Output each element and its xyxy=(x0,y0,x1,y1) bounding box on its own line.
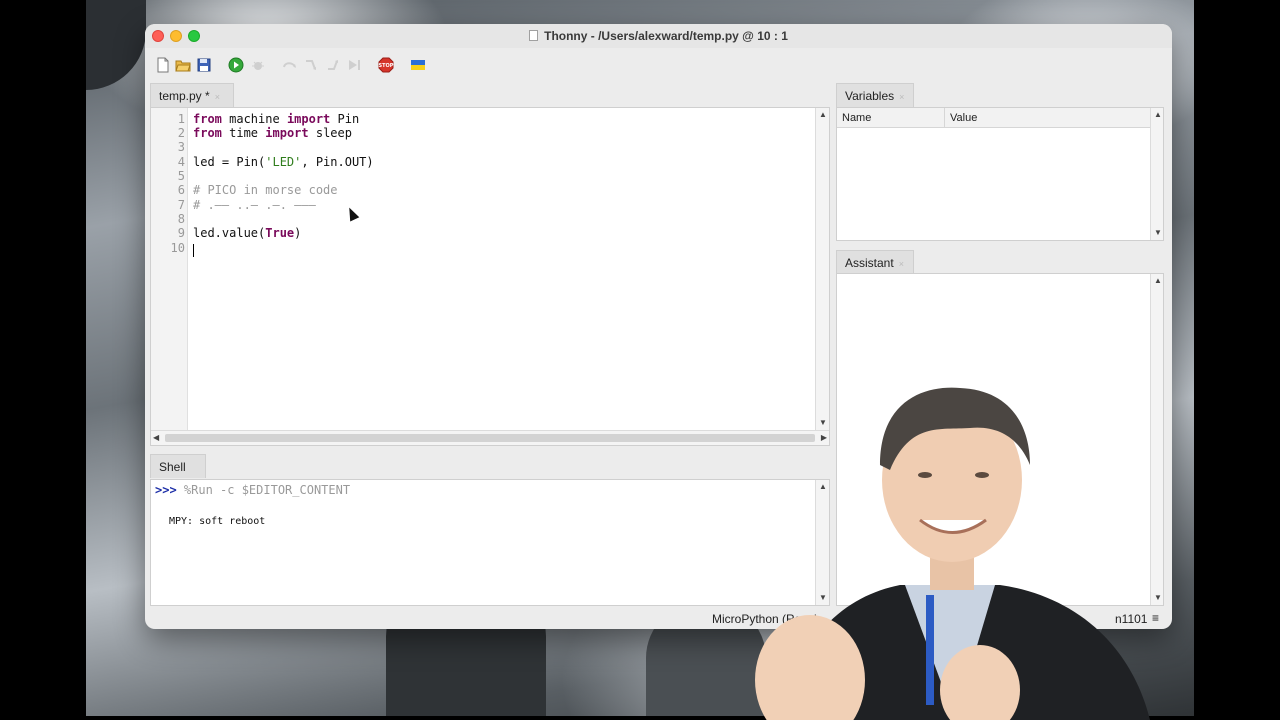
keyword: from xyxy=(193,126,222,140)
line-number: 6 xyxy=(177,183,185,197)
line-number: 10 xyxy=(170,241,185,255)
tab-close-icon[interactable]: × xyxy=(215,92,220,102)
run-icon[interactable] xyxy=(228,57,244,73)
step-over-icon[interactable] xyxy=(282,57,298,73)
code-text: led.value( xyxy=(193,226,266,240)
string-literal: 'LED' xyxy=(265,155,302,169)
presenter-webcam-overlay xyxy=(755,387,1150,720)
step-into-icon[interactable] xyxy=(303,57,319,73)
line-number: 4 xyxy=(177,155,185,169)
code-text: , Pin.OUT) xyxy=(301,155,374,169)
window-title-container: Thonny - /Users/alexward/temp.py @ 10 : … xyxy=(145,24,1172,48)
tab-close-icon[interactable]: × xyxy=(899,92,904,102)
window-title: Thonny - /Users/alexward/temp.py @ 10 : … xyxy=(544,29,788,43)
open-file-icon[interactable] xyxy=(175,57,191,73)
code-line-6: # PICO in morse code xyxy=(193,183,338,197)
line-number-gutter: 1 2 3 4 5 6 7 8 9 10 xyxy=(151,108,188,430)
step-out-icon[interactable] xyxy=(325,57,341,73)
shell-tab-label: Shell xyxy=(159,460,186,474)
keyword: import xyxy=(265,126,309,140)
line-number: 1 xyxy=(177,112,185,126)
assistant-tab-label: Assistant xyxy=(845,256,894,270)
code-text: sleep xyxy=(308,126,352,140)
stop-icon[interactable]: STOP xyxy=(378,57,394,73)
code-text: time xyxy=(221,126,266,140)
shell-command-line: >>> %Run -c $EDITOR_CONTENT xyxy=(155,483,350,497)
tab-variables[interactable]: Variables × xyxy=(836,83,914,107)
variables-vertical-scrollbar[interactable]: ▲ ▼ xyxy=(1150,108,1163,240)
editor-horizontal-scrollbar[interactable]: ◀ ▶ xyxy=(151,430,829,445)
column-header-value[interactable]: Value xyxy=(945,108,1150,128)
text-caret xyxy=(193,244,194,257)
tab-temp-py[interactable]: temp.py * × xyxy=(150,83,234,107)
ukraine-flag-icon[interactable] xyxy=(410,57,426,73)
code-text: Pin xyxy=(330,112,360,126)
keyword: import xyxy=(286,112,331,126)
line-number: 7 xyxy=(177,198,185,212)
code-editor[interactable]: 1 2 3 4 5 6 7 8 9 10 from machine import… xyxy=(150,107,830,446)
shell-prompt: >>> xyxy=(155,483,177,497)
stop-label: STOP xyxy=(379,63,394,69)
code-line-2: from time import sleep xyxy=(193,126,352,140)
variables-tab-label: Variables xyxy=(845,89,895,103)
column-header-name[interactable]: Name xyxy=(837,108,945,128)
code-text: ) xyxy=(294,226,302,240)
editor-tab-label: temp.py * xyxy=(159,89,210,103)
shell-command: %Run -c $EDITOR_CONTENT xyxy=(176,483,351,497)
variables-panel: Name Value ▲ ▼ xyxy=(836,107,1164,241)
save-icon[interactable] xyxy=(196,57,212,73)
title-bar: Thonny - /Users/alexward/temp.py @ 10 : … xyxy=(145,24,1172,48)
scroll-up-icon[interactable]: ▲ xyxy=(1154,110,1162,120)
code-line-1: from machine import Pin xyxy=(193,112,359,126)
new-file-icon[interactable] xyxy=(155,57,171,73)
line-number: 8 xyxy=(177,212,185,226)
scrollbar-thumb[interactable] xyxy=(165,434,815,442)
code-line-7: # .—— ..— .—. ——— xyxy=(193,198,316,212)
line-number: 9 xyxy=(177,226,185,240)
debug-icon[interactable] xyxy=(250,57,266,73)
code-text: led = Pin( xyxy=(193,155,266,169)
scroll-up-icon[interactable]: ▲ xyxy=(819,110,827,120)
tab-shell[interactable]: Shell xyxy=(150,454,206,478)
scroll-left-icon[interactable]: ◀ xyxy=(153,433,159,443)
tab-assistant[interactable]: Assistant × xyxy=(836,250,914,274)
shell-panel[interactable]: >>> %Run -c $EDITOR_CONTENT MPY: soft re… xyxy=(150,479,830,606)
line-number: 5 xyxy=(177,169,185,183)
line-number: 3 xyxy=(177,140,185,154)
keyword: from xyxy=(193,112,222,126)
scroll-up-icon[interactable]: ▲ xyxy=(1154,276,1162,286)
keyword: True xyxy=(265,226,295,240)
code-text: machine xyxy=(221,112,287,126)
code-line-4: led = Pin('LED', Pin.OUT) xyxy=(193,155,374,169)
code-line-9: led.value(True) xyxy=(193,226,301,240)
toolbar: STOP xyxy=(145,52,1172,78)
resume-icon[interactable] xyxy=(346,57,362,73)
scroll-down-icon[interactable]: ▼ xyxy=(1154,228,1162,238)
tab-close-icon[interactable]: × xyxy=(899,259,904,269)
shell-output: MPY: soft reboot xyxy=(169,516,266,527)
document-icon xyxy=(529,30,539,41)
line-number: 2 xyxy=(177,126,185,140)
